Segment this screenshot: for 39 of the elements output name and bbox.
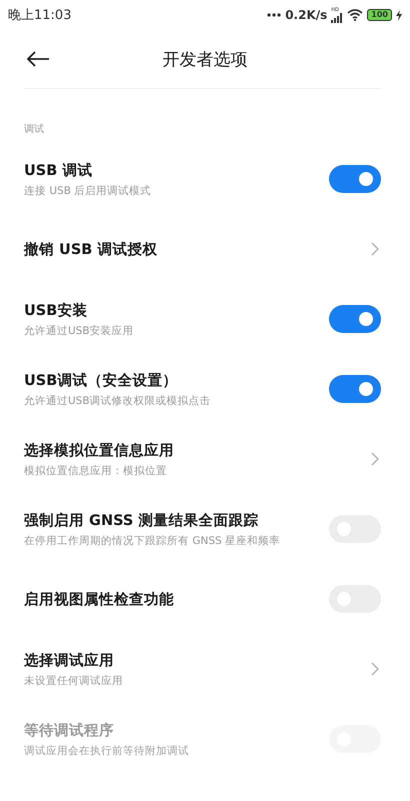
settings-row[interactable]: 选择调试应用 未设置任何调试应用 xyxy=(0,634,410,704)
setting-description: 未设置任何调试应用 xyxy=(24,674,123,688)
toggle-switch[interactable] xyxy=(329,165,381,193)
setting-description: 允许通过USB调试修改权限或模拟点击 xyxy=(24,394,211,408)
settings-row[interactable]: 撤销 USB 调试授权 xyxy=(0,214,410,284)
setting-title: 强制启用 GNSS 测量结果全面跟踪 xyxy=(24,511,258,530)
chevron-right-icon xyxy=(371,242,379,256)
settings-row[interactable]: USB 调试 连接 USB 后启用调试模式 xyxy=(0,144,410,214)
setting-title: 等待调试程序 xyxy=(24,722,114,740)
settings-row[interactable]: 选择模拟位置信息应用 模拟位置信息应用：模拟位置 xyxy=(0,424,410,494)
setting-description: 模拟位置信息应用：模拟位置 xyxy=(24,464,167,478)
status-time: 晚上11:03 xyxy=(8,7,72,24)
setting-title: 启用视图属性检查功能 xyxy=(24,590,174,608)
setting-title: USB安装 xyxy=(24,301,88,320)
setting-title: 撤销 USB 调试授权 xyxy=(24,240,158,258)
setting-description: 在停用工作周期的情况下跟踪所有 GNSS 星座和频率 xyxy=(24,534,280,548)
page-title: 开发者选项 xyxy=(162,48,248,70)
chevron-right-icon xyxy=(371,662,379,676)
section-label: 调试 xyxy=(23,122,45,137)
chevron-right-icon xyxy=(371,452,379,466)
charging-icon xyxy=(396,10,402,20)
setting-description: 调试应用会在执行前等待附加调试 xyxy=(24,744,189,758)
setting-title: USB调试（安全设置） xyxy=(24,371,178,390)
setting-title: 选择调试应用 xyxy=(24,651,114,670)
setting-title: USB 调试 xyxy=(24,162,92,180)
network-speed: 0.2K/s xyxy=(285,8,328,22)
settings-row[interactable]: USB调试（安全设置） 允许通过USB调试修改权限或模拟点击 xyxy=(0,354,410,424)
battery-level: 100 xyxy=(367,9,392,21)
setting-description: 允许通过USB安装应用 xyxy=(24,324,134,338)
notification-dots-icon xyxy=(267,13,282,17)
wifi-icon xyxy=(347,9,364,21)
setting-description: 连接 USB 后启用调试模式 xyxy=(24,184,152,198)
toggle-switch[interactable] xyxy=(329,375,381,403)
signal-icon xyxy=(331,12,344,22)
settings-row[interactable]: 启用视图属性检查功能 xyxy=(0,564,410,634)
settings-row[interactable]: 强制启用 GNSS 测量结果全面跟踪 在停用工作周期的情况下跟踪所有 GNSS 星座和频率 xyxy=(0,494,410,564)
toggle-switch[interactable] xyxy=(329,305,381,333)
settings-row[interactable]: USB安装 允许通过USB安装应用 xyxy=(0,284,410,354)
setting-title: 选择模拟位置信息应用 xyxy=(24,441,174,460)
